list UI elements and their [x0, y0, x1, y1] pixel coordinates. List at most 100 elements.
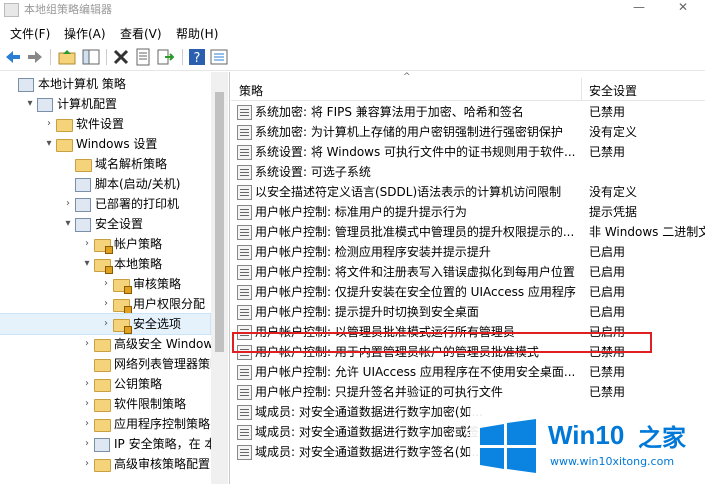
security-folder-icon — [113, 319, 132, 334]
policy-setting: 没有定义 — [589, 185, 638, 199]
tree-item[interactable]: 脚本(启动/关机) — [0, 174, 210, 194]
policy-setting: 已禁用 — [589, 385, 626, 399]
expand-arrow-icon[interactable]: › — [44, 114, 54, 134]
up-folder-icon[interactable] — [58, 48, 76, 66]
expand-arrow-icon[interactable]: › — [101, 274, 111, 294]
tree-item-label: 本地计算机 策略 — [38, 77, 126, 91]
tree-item[interactable]: 域名解析策略 — [0, 154, 210, 174]
folder-icon — [56, 139, 73, 152]
collapse-arrow-icon[interactable]: ▾ — [63, 214, 73, 234]
policy-icon — [237, 285, 252, 300]
expand-arrow-icon[interactable] — [63, 174, 73, 194]
expand-arrow-icon[interactable]: › — [63, 194, 73, 214]
security-icon — [75, 218, 91, 232]
menu-view[interactable]: 查看(V) — [120, 25, 162, 42]
export-icon[interactable] — [156, 48, 174, 66]
tree-item-label: 域名解析策略 — [95, 157, 168, 171]
tree-item[interactable]: › 软件设置 — [0, 114, 210, 134]
policy-row[interactable]: 用户帐户控制: 允许 UIAccess 应用程序在不使用安全桌面... 已禁用 — [231, 362, 705, 382]
policy-icon — [18, 78, 34, 92]
menu-action[interactable]: 操作(A) — [64, 25, 106, 42]
tree-item[interactable]: › 软件限制策略 — [0, 394, 210, 414]
sort-indicator-icon: ^ — [403, 72, 411, 82]
policy-row[interactable]: 用户帐户控制: 仅提升安装在安全位置的 UIAccess 应用程序 已启用 — [231, 282, 705, 302]
policy-row[interactable]: 用户帐户控制: 标准用户的提升提示行为 提示凭据 — [231, 202, 705, 222]
tree-item[interactable]: › 高级安全 Windows — [0, 334, 219, 354]
tree-item[interactable]: ▾ 计算机配置 — [0, 94, 210, 114]
security-folder-icon — [113, 279, 132, 294]
policy-row[interactable]: 用户帐户控制: 提示提升时切换到安全桌面 已启用 — [231, 302, 705, 322]
column-header-setting[interactable]: 安全设置 — [589, 82, 637, 99]
policy-setting: 非 Windows 二进制文 — [589, 225, 705, 239]
tree-item[interactable]: › 帐户策略 — [0, 234, 210, 254]
policy-icon — [237, 365, 252, 380]
tree-item[interactable]: ▾ Windows 设置 — [0, 134, 210, 154]
expand-arrow-icon[interactable]: › — [82, 374, 92, 394]
policy-row[interactable]: 系统设置: 可选子系统 — [231, 162, 705, 182]
expand-arrow-icon[interactable] — [82, 354, 92, 374]
folder-icon — [56, 119, 73, 132]
expand-arrow-icon[interactable]: › — [101, 314, 111, 334]
view-icon[interactable] — [210, 48, 228, 66]
tree-item[interactable]: 本地计算机 策略 — [0, 74, 210, 94]
tree-item[interactable]: ▾ 本地策略 — [0, 254, 210, 274]
toolbar-separator — [182, 49, 183, 65]
policy-setting: 提示凭据 — [589, 205, 638, 219]
forward-icon[interactable] — [26, 48, 44, 66]
delete-icon[interactable] — [112, 48, 130, 66]
tree-scrollbar[interactable] — [211, 72, 228, 484]
minimize-button[interactable]: — — [617, 0, 661, 20]
expand-arrow-icon[interactable] — [63, 154, 73, 174]
menu-help[interactable]: 帮助(H) — [176, 25, 218, 42]
expand-arrow-icon[interactable] — [6, 74, 16, 94]
tree-item-label: 安全设置 — [95, 217, 144, 231]
tree-item[interactable]: › 已部署的打印机 — [0, 194, 210, 214]
tree-item[interactable]: › 安全选项 — [0, 313, 211, 335]
policy-setting: 已启用 — [589, 285, 626, 299]
column-divider[interactable] — [581, 78, 582, 100]
expand-arrow-icon[interactable]: › — [82, 234, 92, 254]
tree-item[interactable]: ▾ 安全设置 — [0, 214, 210, 234]
tree-scrollbar-thumb[interactable] — [215, 92, 224, 352]
tree-item[interactable]: 网络列表管理器策略 — [0, 354, 222, 374]
tree-item-label: 公钥策略 — [114, 377, 163, 391]
expand-arrow-icon[interactable]: › — [101, 294, 111, 314]
expand-arrow-icon[interactable]: › — [82, 454, 92, 474]
tree-item-label: 计算机配置 — [57, 97, 118, 111]
policy-row[interactable]: 以安全描述符定义语言(SDDL)语法表示的计算机访问限制 没有定义 — [231, 182, 705, 202]
policy-row[interactable]: 用户帐户控制: 管理员批准模式中管理员的提升权限提示的... 非 Windows … — [231, 222, 705, 242]
expand-arrow-icon[interactable]: › — [82, 414, 92, 434]
help-icon[interactable]: ? — [188, 48, 206, 66]
show-hide-tree-icon[interactable] — [82, 48, 100, 66]
menu-file[interactable]: 文件(F) — [10, 25, 50, 42]
policy-name: 用户帐户控制: 检测应用程序安装并提示提升 — [255, 245, 491, 259]
tree-item[interactable]: › 用户权限分配 — [0, 294, 210, 314]
policy-row[interactable]: 系统加密: 为计算机上存储的用户密钥强制进行强密钥保护 没有定义 — [231, 122, 705, 142]
folder-icon — [94, 399, 111, 412]
collapse-arrow-icon[interactable]: ▾ — [82, 254, 92, 274]
policy-row[interactable]: 系统设置: 将 Windows 可执行文件中的证书规则用于软件... 已禁用 — [231, 142, 705, 162]
column-header-policy[interactable]: 策略 — [239, 82, 263, 99]
tree-item[interactable]: › 审核策略 — [0, 274, 210, 294]
expand-arrow-icon[interactable]: › — [82, 434, 92, 454]
tree-item-label: 安全选项 — [133, 317, 182, 331]
tree-item[interactable]: › 应用程序控制策略 — [0, 414, 210, 434]
expand-arrow-icon[interactable]: › — [82, 334, 92, 354]
tree-item[interactable]: › 高级审核策略配置 — [0, 454, 210, 474]
policy-row[interactable]: 用户帐户控制: 只提升签名并验证的可执行文件 已禁用 — [231, 382, 705, 402]
properties-icon[interactable] — [134, 48, 152, 66]
policy-row[interactable]: 系统加密: 将 FIPS 兼容算法用于加密、哈希和签名 已禁用 — [231, 102, 705, 122]
policy-row[interactable]: 用户帐户控制: 将文件和注册表写入错误虚拟化到每用户位置 已启用 — [231, 262, 705, 282]
policy-name: 系统加密: 将 FIPS 兼容算法用于加密、哈希和签名 — [255, 105, 524, 119]
tree-item[interactable]: › IP 安全策略，在 本地 — [0, 434, 228, 454]
tree-item-label: 软件限制策略 — [114, 397, 187, 411]
close-button[interactable]: ✕ — [661, 0, 705, 20]
collapse-arrow-icon[interactable]: ▾ — [25, 94, 35, 114]
policy-name: 用户帐户控制: 将文件和注册表写入错误虚拟化到每用户位置 — [255, 265, 575, 279]
tree-item[interactable]: › 公钥策略 — [0, 374, 210, 394]
expand-arrow-icon[interactable]: › — [82, 394, 92, 414]
policy-row[interactable]: 用户帐户控制: 检测应用程序安装并提示提升 已启用 — [231, 242, 705, 262]
collapse-arrow-icon[interactable]: ▾ — [44, 134, 54, 154]
policy-setting: 已启用 — [589, 305, 626, 319]
back-icon[interactable] — [4, 48, 22, 66]
